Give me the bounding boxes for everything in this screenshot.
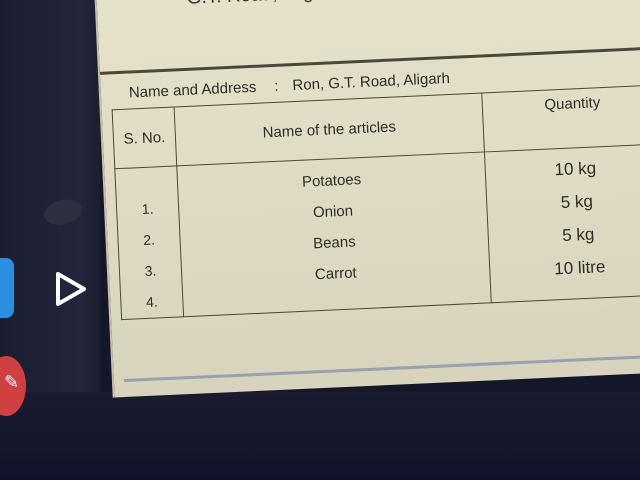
tab-indicator-icon[interactable] — [0, 258, 14, 318]
document-heading: G.T. Road, Aligarh — [186, 0, 341, 10]
sno-cell: 1. 2. 3. 4. — [114, 165, 184, 320]
name-address-value: Ron, G.T. Road, Aligarh — [292, 69, 451, 95]
header-quantity: Quantity — [481, 84, 640, 152]
sno-item: 3. — [144, 262, 157, 279]
page-bottom-edge — [123, 354, 640, 383]
quantity-item: 10 litre — [553, 257, 606, 279]
menu-button-icon[interactable] — [41, 195, 85, 229]
articles-table: S. No. Name of the articles Quantity 1. … — [112, 84, 640, 320]
document-paper: G.T. Road, Aligarh Name and Address: Ron,… — [94, 0, 640, 398]
quantity-cell: 10 kg 5 kg 5 kg 10 litre — [484, 143, 640, 303]
sno-item: 2. — [142, 231, 156, 249]
sno-item: 4. — [145, 293, 159, 310]
name-address-separator: : — [273, 77, 279, 95]
divider-line — [99, 46, 640, 75]
sno-item: 1. — [141, 200, 154, 218]
play-icon[interactable] — [50, 270, 88, 308]
phone-side-controls: ✎ — [0, 0, 100, 480]
articles-cell: Potatoes Onion Beans Carrot — [176, 151, 492, 317]
header-sno: S. No. — [112, 106, 177, 169]
pencil-icon: ✎ — [4, 372, 20, 393]
name-address-label: Name and Address — [128, 78, 257, 102]
photo-scene: ✎ G.T. Road, Aligarh Name and Address: Ro… — [0, 0, 640, 480]
table-body-row: 1. 2. 3. 4. Potatoes Onion Beans Carrot — [114, 143, 640, 320]
